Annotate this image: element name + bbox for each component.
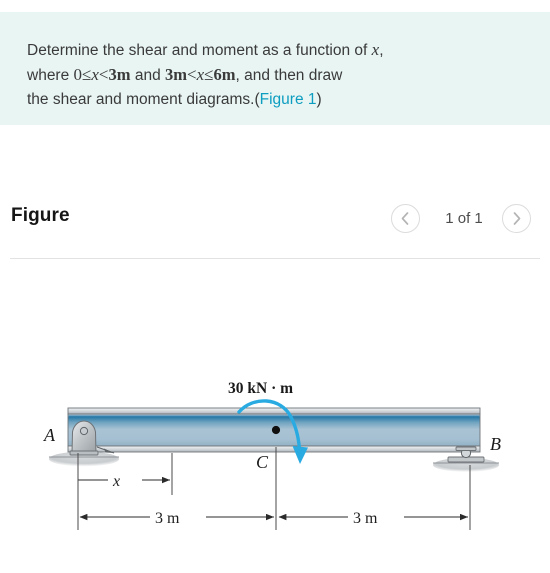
figure-image-area[interactable]: A B 30 kN · m C x 3 m 3 m	[0, 275, 550, 573]
dimension-left-3m: 3 m	[77, 480, 274, 530]
figure-counter: 1 of 1	[445, 210, 483, 227]
label-A: A	[43, 425, 56, 445]
beam-diagram: A B 30 kN · m C x 3 m 3 m	[43, 380, 501, 530]
math-variable-x-1: x	[91, 65, 99, 84]
dimension-left-3m-label: 3 m	[155, 510, 180, 527]
moment-magnitude-label: 30 kN · m	[228, 380, 293, 397]
dimension-right-3m-label: 3 m	[353, 510, 378, 527]
problem-statement-panel: Determine the shear and moment as a func…	[0, 12, 550, 125]
math-le-1: ≤	[82, 65, 92, 84]
problem-line1-suffix: ,	[379, 42, 384, 59]
label-B: B	[490, 434, 501, 454]
chevron-left-icon	[401, 212, 409, 225]
math-lt-2: <	[187, 65, 197, 84]
dimension-x-label: x	[112, 473, 120, 490]
math-3m-2: 3m	[165, 65, 187, 84]
problem-line-2: where 0≤x<3m and 3m<x≤6m, and then draw	[27, 65, 343, 84]
problem-line1-prefix: Determine the shear and moment as a func…	[27, 42, 372, 59]
header-divider	[10, 258, 540, 259]
math-3m-1: 3m	[108, 65, 131, 84]
label-C: C	[256, 452, 269, 472]
problem-line-1: Determine the shear and moment as a func…	[27, 40, 384, 59]
dimension-right-3m: 3 m	[278, 465, 471, 530]
math-lt-1: <	[98, 65, 109, 84]
next-figure-button[interactable]	[502, 204, 531, 233]
previous-figure-button[interactable]	[391, 204, 420, 233]
math-6m: 6m	[213, 65, 236, 84]
problem-line3-suffix: )	[316, 91, 322, 108]
chevron-right-icon	[513, 212, 521, 225]
figure-1-link[interactable]: Figure 1	[260, 91, 317, 108]
figure-header: Figure 1 of 1	[0, 193, 550, 248]
math-variable-x-2: x	[196, 65, 205, 84]
problem-line-3: the shear and moment diagrams.(Figure 1)	[27, 91, 322, 108]
problem-statement-text: Determine the shear and moment as a func…	[27, 38, 527, 112]
figure-title: Figure	[11, 205, 70, 226]
problem-line2-prefix: where	[27, 67, 74, 84]
problem-and-1: and	[130, 67, 165, 84]
math-zero: 0	[73, 65, 83, 84]
problem-line3-prefix: the shear and moment diagrams.(	[27, 91, 260, 108]
problem-line2-suffix: , and then draw	[235, 67, 343, 84]
